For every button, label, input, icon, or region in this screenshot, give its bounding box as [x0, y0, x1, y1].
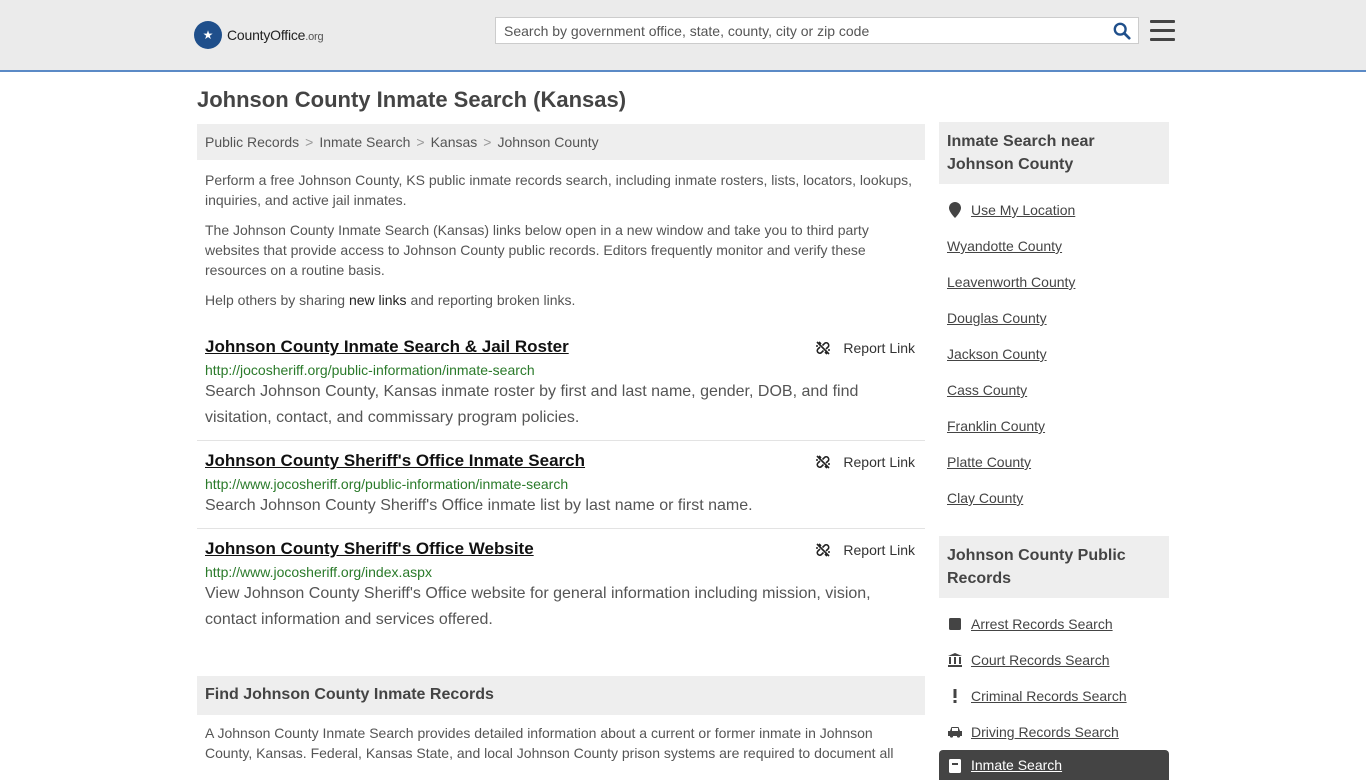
nearby-county-link[interactable]: Leavenworth County [947, 264, 1075, 300]
share-suffix: and reporting broken links. [406, 292, 576, 308]
logo-text: CountyOffice.org [227, 27, 324, 43]
breadcrumb: Public Records > Inmate Search > Kansas > John… [197, 124, 925, 160]
document-icon [949, 759, 961, 773]
sidebar-public-records: Johnson County Public Records Arrest Rec… [939, 536, 1169, 750]
broken-link-icon [816, 455, 831, 469]
records-item: Driving Records Search [947, 714, 1161, 750]
nearby-county-link[interactable]: Douglas County [947, 300, 1047, 336]
exclamation-icon [947, 689, 963, 703]
nearby-county-item: Wyandotte County [947, 228, 1161, 264]
report-link-button[interactable]: Report Link [815, 542, 915, 558]
breadcrumb-johnson-county: Johnson County [497, 134, 599, 150]
records-item: Arrest Records Search [947, 606, 1161, 642]
nearby-county-item: Franklin County [947, 408, 1161, 444]
find-records-section: A Johnson County Inmate Search provides … [197, 723, 925, 773]
nearby-county-item: Douglas County [947, 300, 1161, 336]
sidebar-active-inmate-search[interactable]: Inmate Search [939, 750, 1169, 780]
sidebar-nearby: Inmate Search near Johnson County Use My… [939, 122, 1169, 516]
car-icon [947, 726, 963, 738]
breadcrumb-separator: > [305, 134, 314, 150]
result-item: Johnson County Sheriff's Office Website … [197, 529, 925, 642]
result-title-link[interactable]: Johnson County Sheriff's Office Website [205, 539, 534, 559]
square-icon [947, 618, 963, 630]
new-links-link[interactable]: new links [349, 292, 407, 308]
driving-records-link[interactable]: Driving Records Search [971, 714, 1119, 750]
nearby-county-item: Platte County [947, 444, 1161, 480]
logo-seal-icon: ★ [194, 21, 222, 49]
report-link-label: Report Link [843, 542, 915, 558]
report-link-button[interactable]: Report Link [815, 454, 915, 470]
nearby-county-link[interactable]: Franklin County [947, 408, 1045, 444]
sidebar-records-heading: Johnson County Public Records [939, 536, 1169, 598]
nearby-county-item: Leavenworth County [947, 264, 1161, 300]
breadcrumb-inmate-search[interactable]: Inmate Search [319, 134, 410, 150]
result-description: Search Johnson County, Kansas inmate ros… [205, 383, 859, 426]
broken-link-icon [816, 341, 831, 355]
result-title-link[interactable]: Johnson County Sheriff's Office Inmate S… [205, 451, 585, 471]
courthouse-icon [947, 653, 963, 667]
nearby-county-item: Jackson County [947, 336, 1161, 372]
breadcrumb-kansas[interactable]: Kansas [431, 134, 478, 150]
map-pin-icon [947, 202, 963, 218]
nearby-county-item: Cass County [947, 372, 1161, 408]
find-records-heading: Find Johnson County Inmate Records [197, 676, 925, 715]
breadcrumb-separator: > [416, 134, 425, 150]
breadcrumb-separator: > [483, 134, 492, 150]
use-my-location-link[interactable]: Use My Location [971, 192, 1075, 228]
sidebar-nearby-heading: Inmate Search near Johnson County [939, 122, 1169, 184]
result-description: Search Johnson County Sheriff's Office i… [205, 497, 753, 514]
nearby-county-link[interactable]: Cass County [947, 372, 1027, 408]
share-paragraph: Help others by sharing new links and rep… [197, 290, 925, 310]
records-item: Court Records Search [947, 642, 1161, 678]
search-input[interactable] [496, 18, 1112, 43]
nearby-list: Use My Location Wyandotte County Leavenw… [939, 184, 1169, 516]
site-logo[interactable]: ★ CountyOffice.org [194, 21, 324, 49]
broken-link-icon [816, 543, 831, 557]
nearby-county-link[interactable]: Clay County [947, 480, 1023, 516]
records-item: Criminal Records Search [947, 678, 1161, 714]
court-records-link[interactable]: Court Records Search [971, 642, 1110, 678]
active-item-label: Inmate Search [971, 757, 1063, 773]
criminal-records-link[interactable]: Criminal Records Search [971, 678, 1127, 714]
result-item: Johnson County Inmate Search & Jail Rost… [197, 327, 925, 441]
page-title: Johnson County Inmate Search (Kansas) [197, 87, 627, 112]
result-url: http://jocosheriff.org/public-informatio… [205, 362, 535, 378]
records-list: Arrest Records Search Court Records Sear… [939, 598, 1169, 750]
nearby-county-link[interactable]: Wyandotte County [947, 228, 1062, 264]
logo-brand: CountyOffice [227, 27, 306, 43]
intro-paragraph: Perform a free Johnson County, KS public… [205, 172, 913, 208]
hamburger-menu-icon[interactable] [1150, 20, 1175, 42]
arrest-records-link[interactable]: Arrest Records Search [971, 606, 1113, 642]
nearby-county-link[interactable]: Jackson County [947, 336, 1047, 372]
search-box [495, 17, 1139, 44]
report-link-label: Report Link [843, 454, 915, 470]
breadcrumb-public-records[interactable]: Public Records [205, 134, 299, 150]
disclaimer-paragraph: The Johnson County Inmate Search (Kansas… [205, 222, 869, 278]
result-url: http://www.jocosheriff.org/public-inform… [205, 476, 569, 492]
search-icon[interactable] [1112, 22, 1132, 40]
results-list: Johnson County Inmate Search & Jail Rost… [197, 327, 925, 642]
nearby-county-item: Clay County [947, 480, 1161, 516]
site-header: ★ CountyOffice.org [0, 0, 1366, 72]
use-location-item: Use My Location [947, 192, 1161, 228]
nearby-county-link[interactable]: Platte County [947, 444, 1031, 480]
report-link-button[interactable]: Report Link [815, 340, 915, 356]
logo-tld: .org [305, 31, 324, 43]
main-content: Perform a free Johnson County, KS public… [197, 170, 925, 642]
find-records-paragraph: A Johnson County Inmate Search provides … [205, 725, 894, 761]
result-description: View Johnson County Sheriff's Office web… [205, 585, 871, 628]
report-link-label: Report Link [843, 340, 915, 356]
result-title-link[interactable]: Johnson County Inmate Search & Jail Rost… [205, 337, 569, 357]
result-item: Johnson County Sheriff's Office Inmate S… [197, 441, 925, 529]
result-url: http://www.jocosheriff.org/index.aspx [205, 564, 432, 580]
share-prefix: Help others by sharing [205, 292, 349, 308]
